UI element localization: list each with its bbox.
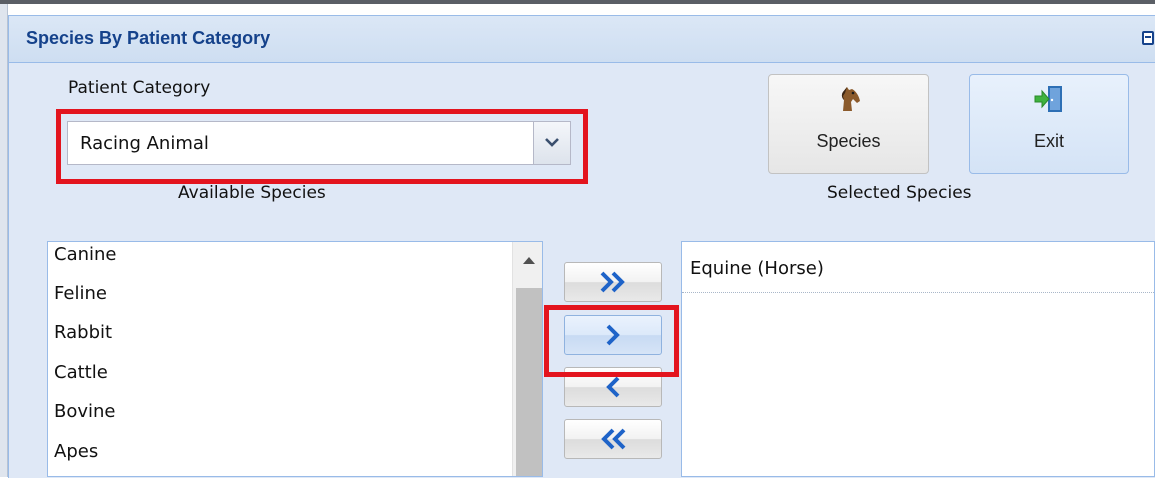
list-item[interactable]: Feline: [54, 283, 107, 304]
list-item-label: Equine (Horse): [690, 258, 824, 279]
vertical-scrollbar[interactable]: [512, 242, 542, 476]
exit-door-icon: [1034, 86, 1062, 112]
species-button[interactable]: Species: [768, 74, 929, 174]
chevron-right-icon: [606, 324, 620, 346]
window-left-edge: [0, 4, 8, 477]
move-all-right-button[interactable]: [564, 262, 662, 302]
selected-species-list[interactable]: Equine (Horse): [681, 241, 1155, 477]
panel-title: Species By Patient Category: [26, 28, 271, 48]
move-all-left-button[interactable]: [564, 419, 662, 459]
list-item[interactable]: Cattle: [54, 362, 108, 383]
chevron-down-icon: [545, 138, 559, 147]
patient-category-combobox[interactable]: Racing Animal: [67, 121, 571, 165]
horse-icon: [841, 87, 860, 111]
move-right-button[interactable]: [564, 315, 662, 355]
chevron-left-icon: [606, 376, 620, 398]
list-item[interactable]: Equine (Horse): [682, 252, 1154, 293]
list-item[interactable]: Bovine: [54, 401, 116, 422]
move-left-button[interactable]: [564, 367, 662, 407]
patient-category-value: Racing Animal: [80, 133, 209, 154]
list-item[interactable]: Rabbit: [54, 322, 112, 343]
double-chevron-left-icon: [601, 428, 626, 450]
list-item[interactable]: Canine: [54, 244, 117, 265]
collapse-panel-icon[interactable]: [1142, 31, 1154, 45]
exit-button-label: Exit: [1033, 131, 1064, 151]
list-item[interactable]: Apes: [54, 441, 98, 462]
available-species-list[interactable]: Canine Feline Rabbit Cattle Bovine Apes: [47, 241, 543, 477]
patient-category-label: Patient Category: [68, 78, 211, 98]
window-top-border: [0, 0, 1155, 4]
available-species-label: Available Species: [178, 183, 326, 203]
scroll-thumb[interactable]: [516, 288, 542, 476]
selected-species-label: Selected Species: [827, 183, 972, 203]
exit-button[interactable]: Exit: [969, 74, 1129, 174]
species-button-label: Species: [816, 131, 881, 151]
scroll-up-icon[interactable]: [523, 256, 535, 264]
panel-header: Species By Patient Category: [9, 16, 1155, 63]
double-chevron-right-icon: [600, 271, 625, 293]
combo-trigger[interactable]: [533, 122, 570, 164]
